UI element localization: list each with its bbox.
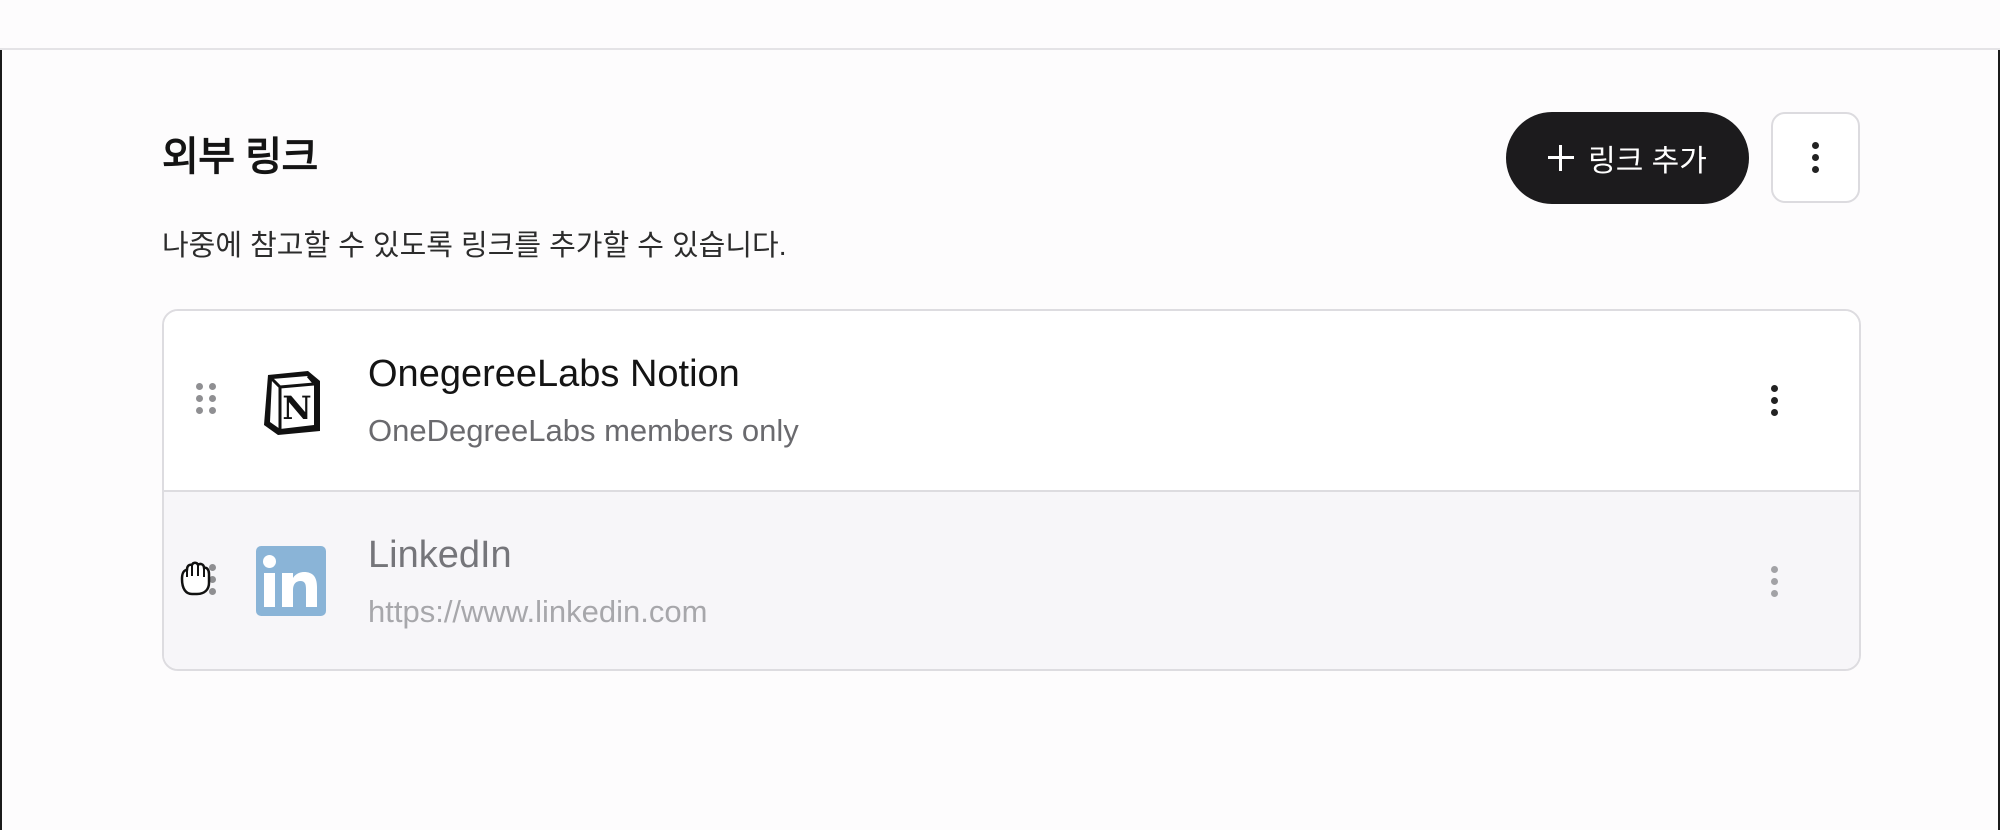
section-subtitle: 나중에 참고할 수 있도록 링크를 추가할 수 있습니다.: [162, 230, 787, 262]
section-more-button[interactable]: [1771, 112, 1860, 203]
top-bar: [0, 0, 2000, 50]
plus-icon: [1548, 145, 1575, 171]
notion-logo-icon: N: [256, 367, 326, 437]
linkedin-logo-icon: [256, 546, 326, 616]
link-more-button[interactable]: [1754, 375, 1794, 425]
link-row[interactable]: LinkedIn https://www.linkedin.com: [164, 492, 1859, 669]
vertical-ellipsis-icon: [1770, 565, 1778, 597]
vertical-ellipsis-icon: [1812, 142, 1819, 173]
link-more-button[interactable]: [1754, 556, 1794, 606]
external-links-list: N OnegereeLabs Notion OneDegreeLabs memb…: [162, 309, 1861, 671]
link-row[interactable]: N OnegereeLabs Notion OneDegreeLabs memb…: [164, 311, 1859, 492]
link-description: https://www.linkedin.com: [368, 594, 708, 629]
frame-edge-left: [0, 0, 2, 830]
link-description: OneDegreeLabs members only: [368, 413, 799, 448]
svg-text:N: N: [282, 389, 311, 427]
add-link-label: 링크 추가: [1588, 145, 1707, 178]
grab-hand-cursor-icon: [174, 557, 214, 597]
link-title[interactable]: OnegereeLabs Notion: [368, 353, 740, 396]
add-link-button[interactable]: 링크 추가: [1506, 112, 1749, 204]
link-title[interactable]: LinkedIn: [368, 534, 512, 577]
drag-handle-icon[interactable]: [196, 383, 216, 417]
vertical-ellipsis-icon: [1770, 384, 1778, 416]
section-title: 외부 링크: [162, 135, 318, 179]
